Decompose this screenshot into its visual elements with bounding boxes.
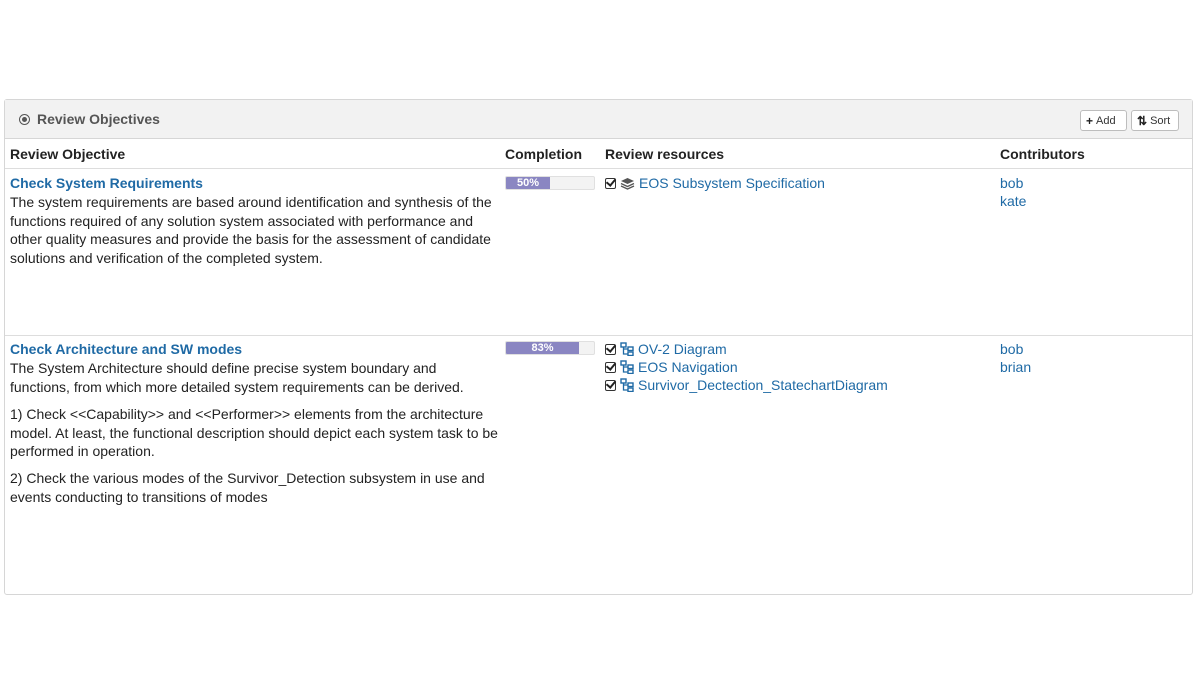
completion-fill-1: 50% bbox=[506, 177, 550, 189]
objective-description-2-p2: 1) Check <<Capability>> and <<Performer>… bbox=[10, 406, 498, 459]
resource-link[interactable]: Survivor_Dectection_StatechartDiagram bbox=[638, 377, 888, 393]
completion-fill-2: 83% bbox=[506, 342, 580, 354]
resource-item: OV-2 Diagram bbox=[605, 340, 727, 358]
contributor-link[interactable]: kate bbox=[1000, 193, 1026, 209]
add-button[interactable]: + Add bbox=[1080, 110, 1127, 131]
completion-progress-2: 83% bbox=[505, 341, 595, 355]
checkbox-checked-icon[interactable] bbox=[605, 177, 616, 189]
sort-button-label: Sort bbox=[1150, 114, 1171, 127]
column-header-completion[interactable]: Completion bbox=[505, 146, 582, 162]
review-objectives-panel: Review Objectives + Add ⇅ Sort Review Ob… bbox=[4, 99, 1193, 595]
add-button-label: Add bbox=[1096, 114, 1116, 127]
contributor-link[interactable]: brian bbox=[1000, 359, 1031, 375]
checkbox-checked-icon[interactable] bbox=[605, 361, 616, 373]
objective-description-1: The system requirements are based around… bbox=[10, 194, 492, 266]
layers-icon bbox=[620, 177, 635, 190]
diagram-icon bbox=[620, 378, 634, 392]
contributor-link[interactable]: bob bbox=[1000, 341, 1023, 357]
column-header-resources[interactable]: Review resources bbox=[605, 146, 724, 162]
plus-icon: + bbox=[1086, 113, 1094, 128]
panel-title: Review Objectives bbox=[19, 111, 160, 127]
objective-description-2-p3: 2) Check the various modes of the Surviv… bbox=[10, 470, 485, 505]
radio-icon bbox=[19, 113, 30, 125]
panel-title-text: Review Objectives bbox=[37, 111, 160, 127]
checkbox-checked-icon[interactable] bbox=[605, 379, 616, 391]
header-divider bbox=[5, 168, 1192, 169]
sort-button[interactable]: ⇅ Sort bbox=[1131, 110, 1179, 131]
row-divider bbox=[5, 335, 1192, 336]
objective-title-1[interactable]: Check System Requirements bbox=[10, 175, 203, 191]
diagram-icon bbox=[620, 342, 634, 356]
checkbox-checked-icon[interactable] bbox=[605, 343, 616, 355]
resource-link[interactable]: EOS Subsystem Specification bbox=[639, 175, 825, 191]
column-header-objective[interactable]: Review Objective bbox=[10, 146, 125, 162]
resource-item: Survivor_Dectection_StatechartDiagram bbox=[605, 376, 888, 394]
resource-link[interactable]: OV-2 Diagram bbox=[638, 341, 727, 357]
resource-item: EOS Navigation bbox=[605, 358, 738, 376]
resource-item: EOS Subsystem Specification bbox=[605, 174, 825, 192]
diagram-icon bbox=[620, 360, 634, 374]
objective-description-2-p1: The System Architecture should define pr… bbox=[10, 360, 464, 395]
completion-progress-1: 50% bbox=[505, 176, 595, 190]
column-header-contributors[interactable]: Contributors bbox=[1000, 146, 1085, 162]
contributor-link[interactable]: bob bbox=[1000, 175, 1023, 191]
resource-link[interactable]: EOS Navigation bbox=[638, 359, 738, 375]
sort-icon: ⇅ bbox=[1137, 113, 1148, 128]
panel-header: Review Objectives + Add ⇅ Sort bbox=[5, 100, 1192, 139]
objective-title-2[interactable]: Check Architecture and SW modes bbox=[10, 341, 242, 357]
